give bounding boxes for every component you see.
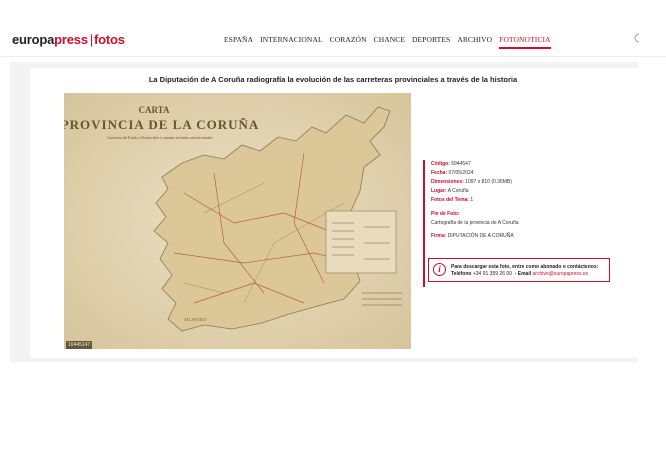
logo-europa: europa — [12, 32, 55, 47]
photo-code-badge: 10445147 — [66, 341, 93, 349]
fecha-label: Fecha: — [431, 170, 448, 176]
map-illustration: CARTA PROVINCIA DE LA CORUÑA Carreteras … — [64, 93, 411, 349]
logo-fotos: fotos — [94, 32, 125, 47]
pie-de-foto-label: Pie de Foto: — [431, 211, 460, 217]
lugar-label: Lugar: — [431, 188, 447, 194]
firma-label: Firma: — [431, 233, 447, 239]
lugar-value: A Coruña — [447, 188, 469, 194]
dimensiones-value: 1097 x 810 (0.36MB) — [465, 179, 512, 185]
map-title-small: CARTA — [138, 105, 170, 115]
telefono-label: Teléfono — [451, 271, 472, 277]
download-notice: i Para descargar esta foto, entre como a… — [428, 258, 610, 282]
info-fecha: Fecha: 07/05/2024 — [431, 169, 633, 178]
info-lugar: Lugar: A Coruña — [431, 187, 633, 196]
logo-press: press — [54, 32, 88, 47]
dimensiones-label: Dimensiones: — [431, 179, 464, 185]
map-title-main: PROVINCIA DE LA CORUÑA — [64, 117, 259, 132]
main-nav: ESPAÑA INTERNACIONAL CORAZÓN CHANCE DEPO… — [224, 35, 551, 49]
nav-item-deportes[interactable]: DEPORTES — [412, 35, 450, 49]
nav-item-espana[interactable]: ESPAÑA — [224, 35, 253, 49]
email-label: Email — [517, 271, 532, 277]
search-icon[interactable] — [634, 33, 642, 43]
nav-item-internacional[interactable]: INTERNACIONAL — [260, 35, 323, 49]
fotos-tema-label: Fotos del Tema: — [431, 197, 469, 203]
map-subtitle: Carreteras del Estado y Provinciales y c… — [107, 136, 213, 140]
firma-value: DIPUTACIÓN DE A CORUÑA — [447, 233, 514, 239]
info-firma: Firma: DIPUTACIÓN DE A CORUÑA — [431, 232, 633, 241]
fotos-tema-value[interactable]: 1 — [470, 197, 473, 203]
nav-item-fotonoticia[interactable]: FOTONOTICIA — [499, 35, 551, 49]
info-fotos-tema: Fotos del Tema: 1 — [431, 196, 633, 205]
nav-item-archivo[interactable]: ARCHIVO — [457, 35, 492, 49]
codigo-label: Código: — [431, 161, 450, 167]
download-contact: Teléfono +34 91 359 26 00 - Email archiv… — [451, 271, 589, 277]
telefono-value[interactable]: +34 91 359 26 00 — [473, 271, 512, 277]
info-dimensiones: Dimensiones: 1097 x 810 (0.36MB) — [431, 178, 633, 187]
codigo-value: 5944547 — [451, 161, 471, 167]
logo-separator: | — [89, 32, 94, 47]
article-title: La Diputación de A Coruña radiografía la… — [148, 75, 518, 84]
pie-de-foto-value: Cartografía de la provincia de A Coruña — [431, 220, 519, 226]
photo-image[interactable]: CARTA PROVINCIA DE LA CORUÑA Carreteras … — [64, 93, 411, 349]
nav-item-chance[interactable]: CHANCE — [374, 35, 405, 49]
info-warning-icon: i — [433, 263, 446, 276]
download-message: Para descargar esta foto, entre como abo… — [451, 264, 599, 270]
fecha-value: 07/05/2024 — [448, 170, 474, 176]
site-header: europapress |fotos ESPAÑA INTERNACIONAL C… — [0, 0, 666, 57]
nav-item-corazon[interactable]: CORAZÓN — [330, 35, 367, 49]
svg-text:ATLANTICO: ATLANTICO — [184, 317, 207, 322]
info-codigo: Código: 5944547 — [431, 160, 633, 169]
email-link[interactable]: archivo@europapress.es — [533, 271, 589, 277]
europapress-fotos-logo[interactable]: europapress |fotos — [12, 32, 125, 47]
